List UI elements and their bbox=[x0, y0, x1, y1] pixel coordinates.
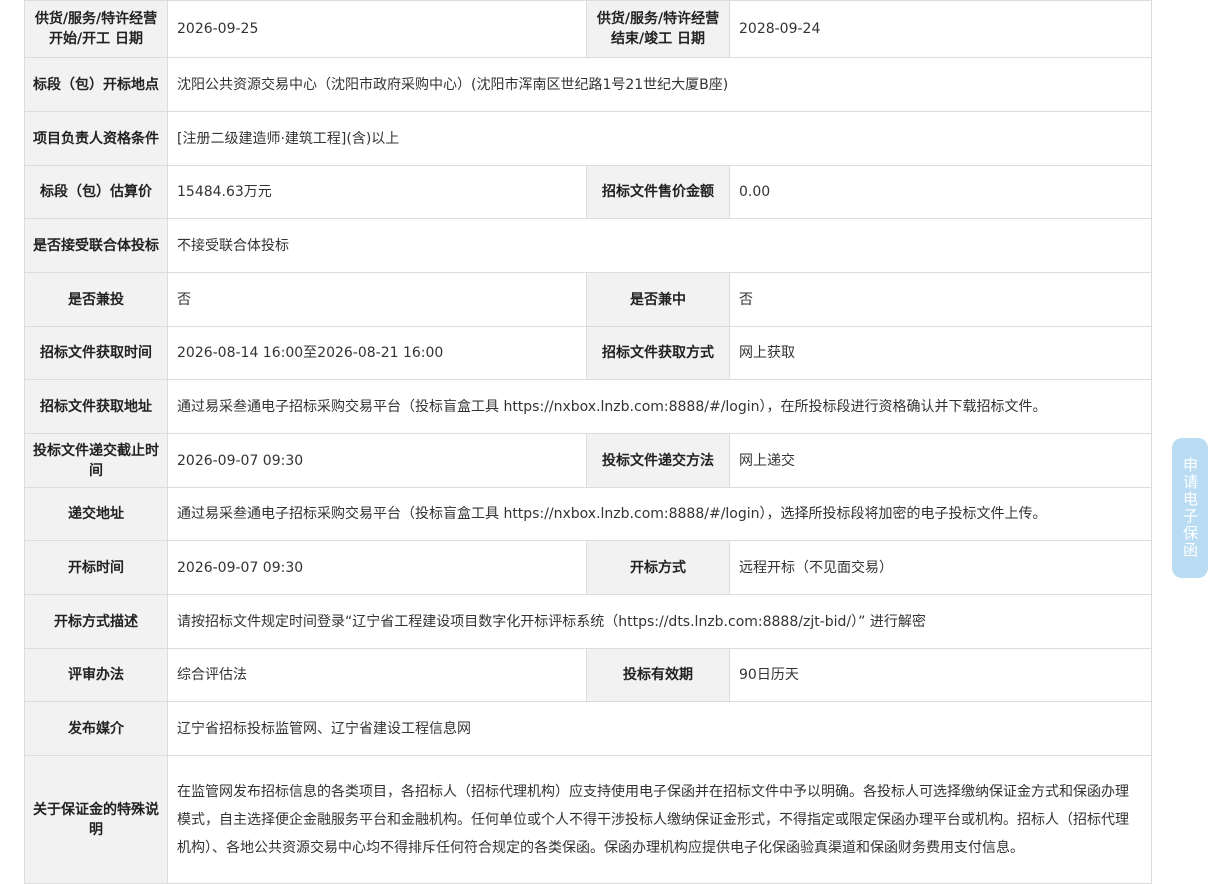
concurrent-bid-value: 否 bbox=[167, 272, 587, 327]
table-row: 是否接受联合体投标 不接受联合体投标 bbox=[24, 218, 1152, 273]
manager-qualification-value: [注册二级建造师·建筑工程](含)以上 bbox=[167, 111, 1152, 166]
end-date-label: 供货/服务/特许经营结束/竣工 日期 bbox=[586, 0, 730, 58]
publish-media-value: 辽宁省招标投标监管网、辽宁省建设工程信息网 bbox=[167, 701, 1152, 756]
table-row: 发布媒介 辽宁省招标投标监管网、辽宁省建设工程信息网 bbox=[24, 701, 1152, 756]
doc-obtain-address-value: 通过易采叁通电子招标采购交易平台（投标盲盒工具 https://nxbox.ln… bbox=[167, 379, 1152, 434]
page-right-border bbox=[1151, 0, 1152, 865]
doc-obtain-method-label: 招标文件获取方式 bbox=[586, 326, 730, 380]
publish-media-label: 发布媒介 bbox=[24, 701, 168, 756]
table-row: 开标时间 2026-09-07 09:30 开标方式 远程开标（不见面交易） bbox=[24, 540, 1152, 595]
opening-location-label: 标段（包）开标地点 bbox=[24, 57, 168, 112]
doc-obtain-time-value: 2026-08-14 16:00至2026-08-21 16:00 bbox=[167, 326, 587, 380]
submit-deadline-label: 投标文件递交截止时间 bbox=[24, 433, 168, 488]
estimated-price-label: 标段（包）估算价 bbox=[24, 165, 168, 219]
manager-qualification-label: 项目负责人资格条件 bbox=[24, 111, 168, 166]
opening-method-desc-value: 请按招标文件规定时间登录“辽宁省工程建设项目数字化开标评标系统（https://… bbox=[167, 594, 1152, 649]
opening-location-value: 沈阳公共资源交易中心（沈阳市政府采购中心）(沈阳市浑南区世纪路1号21世纪大厦B… bbox=[167, 57, 1152, 112]
table-row: 是否兼投 否 是否兼中 否 bbox=[24, 272, 1152, 327]
tender-info-table-wrapper: 供货/服务/特许经营开始/开工 日期 2026-09-25 供货/服务/特许经营… bbox=[24, 0, 1152, 884]
table-row: 递交地址 通过易采叁通电子招标采购交易平台（投标盲盒工具 https://nxb… bbox=[24, 487, 1152, 541]
submit-deadline-value: 2026-09-07 09:30 bbox=[167, 433, 587, 488]
table-row: 招标文件获取时间 2026-08-14 16:00至2026-08-21 16:… bbox=[24, 326, 1152, 380]
table-row: 投标文件递交截止时间 2026-09-07 09:30 投标文件递交方法 网上递… bbox=[24, 433, 1152, 488]
opening-method-desc-label: 开标方式描述 bbox=[24, 594, 168, 649]
doc-obtain-address-label: 招标文件获取地址 bbox=[24, 379, 168, 434]
apply-electronic-guarantee-label: 申请电子保函 bbox=[1181, 457, 1199, 559]
consortium-label: 是否接受联合体投标 bbox=[24, 218, 168, 273]
submit-address-value: 通过易采叁通电子招标采购交易平台（投标盲盒工具 https://nxbox.ln… bbox=[167, 487, 1152, 541]
table-row: 标段（包）估算价 15484.63万元 招标文件售价金额 0.00 bbox=[24, 165, 1152, 219]
table-row: 评审办法 综合评估法 投标有效期 90日历天 bbox=[24, 648, 1152, 702]
estimated-price-value: 15484.63万元 bbox=[167, 165, 587, 219]
concurrent-bid-label: 是否兼投 bbox=[24, 272, 168, 327]
table-row: 招标文件获取地址 通过易采叁通电子招标采购交易平台（投标盲盒工具 https:/… bbox=[24, 379, 1152, 434]
bid-validity-value: 90日历天 bbox=[729, 648, 1152, 702]
doc-price-value: 0.00 bbox=[729, 165, 1152, 219]
concurrent-win-value: 否 bbox=[729, 272, 1152, 327]
opening-time-label: 开标时间 bbox=[24, 540, 168, 595]
opening-time-value: 2026-09-07 09:30 bbox=[167, 540, 587, 595]
start-date-value: 2026-09-25 bbox=[167, 0, 587, 58]
deposit-note-label: 关于保证金的特殊说明 bbox=[24, 755, 168, 884]
submit-method-label: 投标文件递交方法 bbox=[586, 433, 730, 488]
evaluation-method-label: 评审办法 bbox=[24, 648, 168, 702]
consortium-value: 不接受联合体投标 bbox=[167, 218, 1152, 273]
opening-method-value: 远程开标（不见面交易） bbox=[729, 540, 1152, 595]
concurrent-win-label: 是否兼中 bbox=[586, 272, 730, 327]
evaluation-method-value: 综合评估法 bbox=[167, 648, 587, 702]
submit-method-value: 网上递交 bbox=[729, 433, 1152, 488]
table-row: 供货/服务/特许经营开始/开工 日期 2026-09-25 供货/服务/特许经营… bbox=[24, 0, 1152, 58]
doc-price-label: 招标文件售价金额 bbox=[586, 165, 730, 219]
opening-method-label: 开标方式 bbox=[586, 540, 730, 595]
doc-obtain-method-value: 网上获取 bbox=[729, 326, 1152, 380]
submit-address-label: 递交地址 bbox=[24, 487, 168, 541]
table-row: 标段（包）开标地点 沈阳公共资源交易中心（沈阳市政府采购中心）(沈阳市浑南区世纪… bbox=[24, 57, 1152, 112]
apply-electronic-guarantee-button[interactable]: 申请电子保函 bbox=[1172, 438, 1208, 578]
doc-obtain-time-label: 招标文件获取时间 bbox=[24, 326, 168, 380]
tender-info-table: 供货/服务/特许经营开始/开工 日期 2026-09-25 供货/服务/特许经营… bbox=[24, 0, 1152, 884]
table-row: 关于保证金的特殊说明 在监管网发布招标信息的各类项目，各招标人（招标代理机构）应… bbox=[24, 755, 1152, 884]
deposit-note-value: 在监管网发布招标信息的各类项目，各招标人（招标代理机构）应支持使用电子保函并在招… bbox=[167, 755, 1152, 884]
end-date-value: 2028-09-24 bbox=[729, 0, 1152, 58]
table-row: 开标方式描述 请按招标文件规定时间登录“辽宁省工程建设项目数字化开标评标系统（h… bbox=[24, 594, 1152, 649]
table-row: 项目负责人资格条件 [注册二级建造师·建筑工程](含)以上 bbox=[24, 111, 1152, 166]
start-date-label: 供货/服务/特许经营开始/开工 日期 bbox=[24, 0, 168, 58]
bid-validity-label: 投标有效期 bbox=[586, 648, 730, 702]
